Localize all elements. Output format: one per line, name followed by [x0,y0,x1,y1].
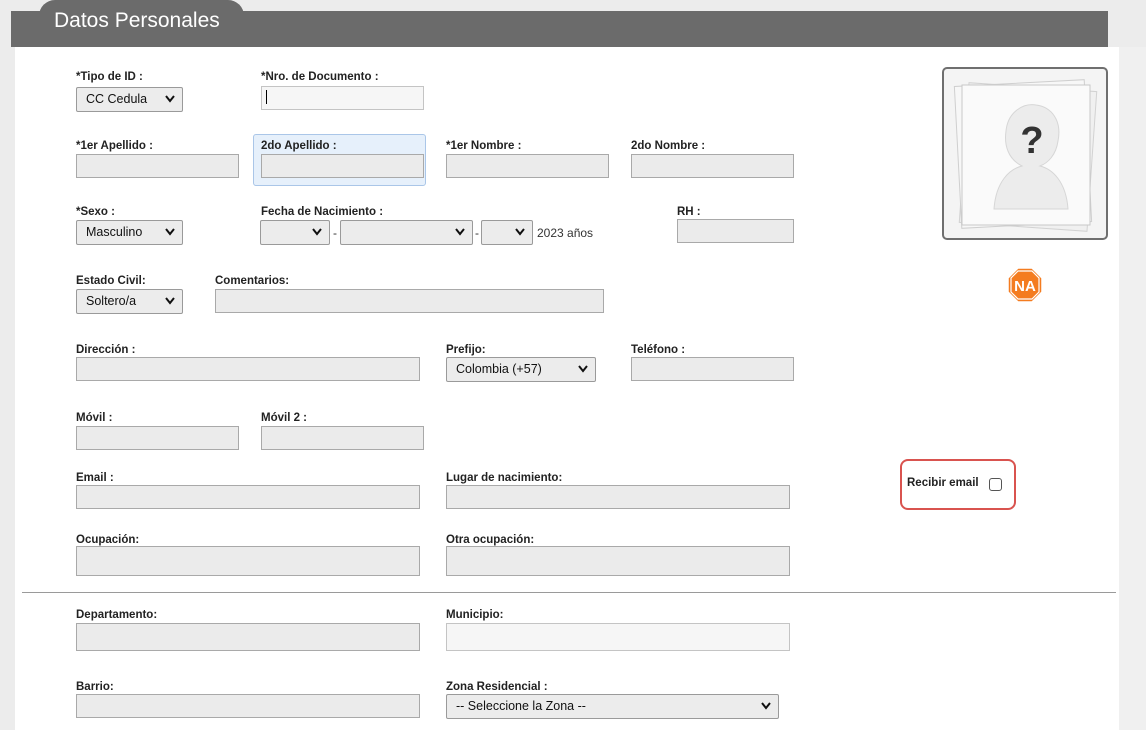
nro-documento-label: *Nro. de Documento : [261,71,379,83]
chevron-down-icon [165,297,175,305]
lugar-nacimiento-input[interactable] [446,485,790,509]
barrio-input[interactable] [76,694,420,718]
otra-ocupacion-label: Otra ocupación: [446,534,535,546]
prefijo-value: Colombia (+57) [456,362,542,376]
telefono-input[interactable] [631,357,794,381]
lugar-nacimiento-label: Lugar de nacimiento: [446,472,563,484]
chevron-down-icon [578,365,588,373]
tipo-id-select[interactable]: CC Cedula [76,87,183,112]
fecha-separator: - [475,226,479,240]
estado-civil-select[interactable]: Soltero/a [76,289,183,314]
sexo-select[interactable]: Masculino [76,220,183,245]
section-divider [22,592,1116,593]
sexo-value: Masculino [86,225,143,239]
zona-residencial-select[interactable]: -- Seleccione la Zona -- [446,694,779,719]
otra-ocupacion-input[interactable] [446,546,790,576]
rh-label: RH : [677,206,701,218]
direccion-input[interactable] [76,357,420,381]
prefijo-label: Prefijo: [446,344,486,356]
municipio-label: Municipio: [446,609,504,621]
chevron-down-icon [165,95,175,103]
photo-placeholder[interactable]: ? [942,67,1108,240]
recibir-email-checkbox[interactable] [989,478,1002,491]
rh-input[interactable] [677,219,794,243]
ocupacion-input[interactable] [76,546,420,576]
zona-residencial-value: -- Seleccione la Zona -- [456,699,586,713]
segundo-apellido-label: 2do Apellido : [261,140,337,152]
prefijo-select[interactable]: Colombia (+57) [446,357,596,382]
barrio-label: Barrio: [76,681,114,693]
tipo-id-label: *Tipo de ID : [76,71,143,83]
chevron-down-icon [165,228,175,236]
chevron-down-icon [455,228,465,236]
fecha-nacimiento-label: Fecha de Nacimiento : [261,206,384,218]
na-badge-icon[interactable]: NA [1007,267,1043,303]
primer-nombre-input[interactable] [446,154,609,178]
chevron-down-icon [515,228,525,236]
scrollbar[interactable] [1119,47,1146,730]
primer-apellido-input[interactable] [76,154,239,178]
edad-text: 2023 años [537,226,594,240]
segundo-apellido-input[interactable] [261,154,424,178]
question-mark-glyph: ? [1020,120,1043,162]
zona-residencial-label: Zona Residencial : [446,681,548,693]
movil-input[interactable] [76,426,239,450]
movil2-label: Móvil 2 : [261,412,308,424]
estado-civil-value: Soltero/a [86,294,137,308]
departamento-label: Departamento: [76,609,158,621]
primer-apellido-label: *1er Apellido : [76,140,153,152]
direccion-label: Dirección : [76,344,136,356]
nro-documento-input[interactable] [261,86,424,110]
telefono-label: Teléfono : [631,344,686,356]
fecha-anio-select[interactable] [481,220,533,245]
segundo-nombre-input[interactable] [631,154,794,178]
sexo-label: *Sexo : [76,206,115,218]
tipo-id-value: CC Cedula [86,92,148,106]
fecha-mes-select[interactable] [340,220,473,245]
movil2-input[interactable] [261,426,424,450]
text-cursor [266,90,267,104]
movil-label: Móvil : [76,412,113,424]
chevron-down-icon [761,702,771,710]
fecha-dia-select[interactable] [260,220,330,245]
municipio-input[interactable] [446,623,790,651]
segundo-nombre-label: 2do Nombre : [631,140,706,152]
unknown-person-icon: ? [953,79,1098,232]
chevron-down-icon [312,228,322,236]
comentarios-input[interactable] [215,289,604,313]
na-badge-text: NA [1014,278,1036,295]
email-label: Email : [76,472,114,484]
email-input[interactable] [76,485,420,509]
fecha-separator: - [333,226,337,240]
comentarios-label: Comentarios: [215,275,290,287]
recibir-email-label: Recibir email [907,477,979,489]
section-title: Datos Personales [54,9,220,32]
primer-nombre-label: *1er Nombre : [446,140,522,152]
departamento-input[interactable] [76,623,420,651]
estado-civil-label: Estado Civil: [76,275,146,287]
ocupacion-label: Ocupación: [76,534,140,546]
